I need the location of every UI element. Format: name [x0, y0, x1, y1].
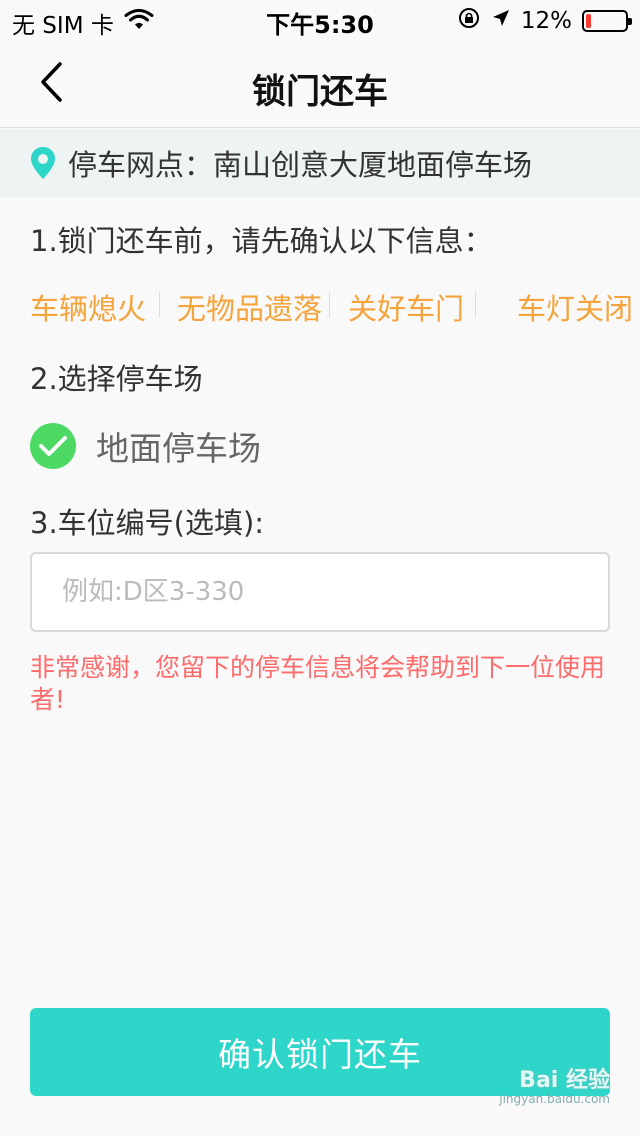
divider [159, 292, 160, 318]
status-bar: 无 SIM 卡 下午5:30 12% [0, 0, 640, 40]
page-title: 锁门还车 [252, 72, 388, 112]
section-1-title: 1.锁门还车前，请先确认以下信息： [30, 224, 493, 258]
parking-lot-label: 地面停车场 [96, 429, 261, 468]
screen: 无 SIM 卡 下午5:30 12% 锁门还车 停车网点：南山创意大厦地面停车场… [0, 0, 640, 1136]
wifi-icon [124, 9, 154, 37]
parking-space-number-input[interactable] [30, 552, 610, 632]
section-3-title: 3.车位编号(选填): [30, 506, 265, 540]
parking-location-bar: 停车网点：南山创意大厦地面停车场 [0, 129, 640, 197]
divider [475, 292, 476, 318]
thanks-note: 非常感谢，您留下的停车信息将会帮助到下一位使用者! [30, 653, 606, 714]
carrier-label: 无 SIM 卡 [12, 13, 114, 39]
checklist-item-engine-off: 车辆熄火 [30, 292, 147, 326]
checklist-item-no-belongings: 无物品遗落 [177, 292, 323, 326]
location-pin-icon [30, 146, 56, 180]
battery-level [586, 14, 591, 28]
parking-location-label: 停车网点：南山创意大厦地面停车场 [68, 148, 533, 182]
parking-lot-option[interactable]: 地面停车场 [30, 420, 261, 472]
confirm-checklist: 车辆熄火 无物品遗落 关好车门 车灯关闭 [30, 282, 640, 326]
confirm-lock-return-button[interactable]: 确认锁门还车 [30, 1008, 610, 1096]
checklist-item-doors-closed: 关好车门 [348, 292, 465, 326]
checkmark-icon [30, 423, 76, 469]
section-2-title: 2.选择停车场 [30, 362, 203, 396]
status-right: 12% [457, 6, 632, 36]
divider [329, 292, 330, 318]
status-left: 无 SIM 卡 [12, 6, 154, 40]
battery-icon [582, 10, 632, 32]
nav-bar: 锁门还车 [0, 40, 640, 128]
battery-tip [628, 18, 632, 25]
location-arrow-icon [491, 8, 511, 34]
orientation-lock-icon [457, 6, 481, 36]
battery-percent: 12% [520, 8, 572, 34]
checklist-item-lights-off: 车灯关闭 [517, 292, 634, 326]
